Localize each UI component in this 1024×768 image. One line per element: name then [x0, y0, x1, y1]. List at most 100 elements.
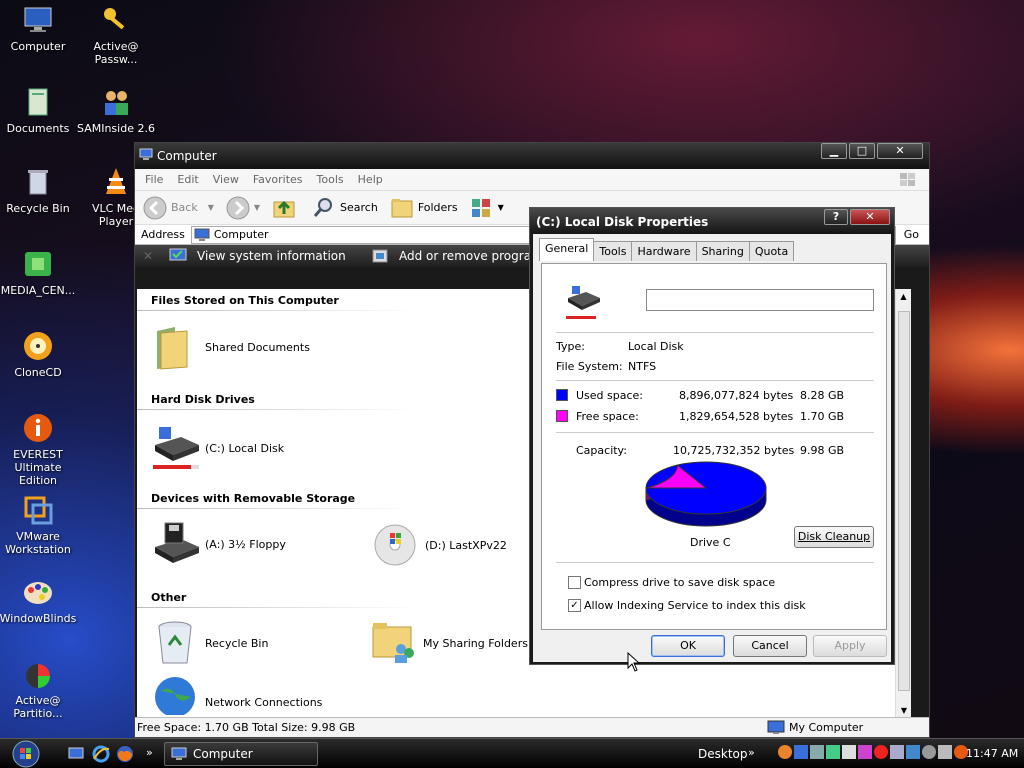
taskbar-button-label: Computer: [193, 747, 253, 761]
search-button[interactable]: Search: [312, 196, 378, 220]
desktop-icon-computer[interactable]: Computer: [0, 4, 80, 53]
item-network-connections[interactable]: Network Connections: [153, 675, 322, 715]
tab-general[interactable]: General: [539, 238, 595, 261]
minimize-button[interactable]: ▁: [821, 143, 847, 159]
item-recycle-bin[interactable]: Recycle Bin: [155, 619, 268, 667]
mouse-cursor-icon: [627, 652, 641, 672]
tab-sharing[interactable]: Sharing: [695, 241, 750, 261]
computer-icon: [767, 720, 785, 734]
tray-media-icon[interactable]: [858, 745, 872, 759]
maximize-button[interactable]: □: [849, 143, 875, 159]
go-button[interactable]: Go: [904, 228, 919, 241]
desktop-icon-saminside[interactable]: SAMInside 2.6: [74, 86, 158, 135]
folders-label: Folders: [417, 201, 458, 214]
explorer-title-bar[interactable]: Computer ▁ □ ✕: [135, 143, 929, 169]
partition-icon: [26, 664, 50, 688]
desktop-icon-clonecd[interactable]: CloneCD: [0, 330, 80, 379]
item-sharing-folders[interactable]: My Sharing Folders: [371, 619, 528, 667]
start-orb-icon[interactable]: [10, 740, 42, 768]
menu-file[interactable]: File: [145, 173, 163, 186]
tray-monitor-icon[interactable]: [794, 745, 808, 759]
desktop-icon-everest[interactable]: EVEREST Ultimate Edition: [0, 412, 80, 487]
desktop-icon-windowblinds[interactable]: WindowBlinds: [0, 576, 80, 625]
compress-checkbox[interactable]: [568, 576, 581, 589]
item-shared-documents[interactable]: Shared Documents: [153, 323, 310, 371]
quicklaunch-chevron-icon[interactable]: »: [146, 746, 153, 759]
desktop-icon-media-center[interactable]: MEDIA_CEN...: [0, 248, 80, 297]
menu-tools[interactable]: Tools: [317, 173, 344, 186]
desktop-icon-vmware[interactable]: VMware Workstation: [0, 494, 80, 556]
item-local-disk[interactable]: (C:) Local Disk: [151, 423, 284, 473]
tab-tools[interactable]: Tools: [593, 241, 633, 261]
status-free-space: Free Space: 1.70 GB Total Size: 9.98 GB: [137, 721, 356, 734]
menu-view[interactable]: View: [213, 173, 239, 186]
chevron-down-icon[interactable]: ▼: [254, 203, 260, 212]
clock[interactable]: 11:47 AM: [966, 747, 1018, 760]
tray-security-icon[interactable]: [906, 745, 920, 759]
desktop-icon-active-password[interactable]: Active@ Passw...: [74, 4, 158, 66]
forward-button[interactable]: ▼: [226, 196, 260, 220]
apply-button[interactable]: Apply: [813, 635, 887, 657]
desktop-toolbar-label[interactable]: Desktop: [698, 747, 748, 761]
vertical-scrollbar[interactable]: ▲ ▼: [895, 289, 911, 717]
tray-volume-icon[interactable]: [938, 745, 952, 759]
tray-pictures-icon[interactable]: [890, 745, 904, 759]
scroll-up-icon[interactable]: ▲: [896, 292, 911, 301]
close-icon[interactable]: ✕: [143, 249, 163, 263]
taskbar-button-computer[interactable]: Computer: [164, 742, 318, 766]
tab-quota[interactable]: Quota: [748, 241, 795, 261]
fs-value: NTFS: [628, 360, 657, 373]
cancel-button[interactable]: Cancel: [733, 635, 807, 657]
desktop-icon-recycle-bin[interactable]: Recycle Bin: [0, 166, 80, 215]
scroll-down-icon[interactable]: ▼: [896, 706, 912, 715]
disk-cleanup-button[interactable]: Disk Cleanup: [794, 526, 874, 548]
chevron-down-icon[interactable]: ▼: [208, 203, 214, 212]
desktop-toolbar-chevron-icon[interactable]: »: [748, 746, 755, 759]
tray-gear-icon[interactable]: [922, 745, 936, 759]
add-remove-programs-link[interactable]: Add or remove programs: [399, 249, 549, 263]
group-header-hdd: Hard Disk Drives: [151, 393, 255, 406]
indexing-checkbox[interactable]: ✓: [568, 599, 581, 612]
ok-button[interactable]: OK: [651, 635, 725, 657]
menu-favorites[interactable]: Favorites: [253, 173, 303, 186]
item-label: (A:) 3½ Floppy: [205, 537, 286, 551]
folders-button[interactable]: Folders: [390, 196, 458, 220]
tray-people-icon[interactable]: [778, 745, 792, 759]
up-folder-button[interactable]: [272, 196, 300, 220]
dialog-title-bar[interactable]: (C:) Local Disk Properties ? ✕: [530, 208, 894, 234]
help-button[interactable]: ?: [824, 209, 848, 225]
recycle-bin-icon: [28, 170, 48, 195]
menu-help[interactable]: Help: [358, 173, 383, 186]
drive-name-input[interactable]: [646, 289, 874, 311]
desktop-icon-documents[interactable]: Documents: [0, 86, 80, 135]
item-floppy[interactable]: (A:) 3½ Floppy: [151, 521, 286, 567]
cd-drive-icon: [374, 524, 416, 566]
divider: [137, 310, 417, 311]
tray-document-icon[interactable]: [842, 745, 856, 759]
tab-hardware[interactable]: Hardware: [631, 241, 697, 261]
tray-network-icon[interactable]: [810, 745, 824, 759]
back-arrow-icon: [143, 196, 167, 219]
show-desktop-icon[interactable]: [68, 747, 84, 761]
desktop-icon-label: VLC Med Player: [91, 202, 141, 228]
documents-icon: [28, 88, 48, 116]
scroll-thumb[interactable]: [898, 311, 910, 691]
tray-antivirus-icon[interactable]: [874, 745, 888, 759]
firefox-icon[interactable]: [116, 745, 134, 763]
window-title: Computer: [157, 149, 217, 163]
desktop-icon-label: Computer: [10, 40, 66, 53]
internet-explorer-icon[interactable]: [92, 745, 110, 763]
desktop-icon-active-partition[interactable]: Active@ Partitio...: [0, 658, 80, 720]
close-button[interactable]: ✕: [877, 143, 923, 159]
chevron-down-icon[interactable]: ▼: [498, 203, 504, 212]
views-button[interactable]: ▼: [470, 196, 504, 220]
tray-app-icon[interactable]: [826, 745, 840, 759]
forward-arrow-icon: [226, 196, 250, 219]
menu-edit[interactable]: Edit: [177, 173, 198, 186]
status-bar: Free Space: 1.70 GB Total Size: 9.98 GB …: [135, 717, 929, 737]
dialog-close-button[interactable]: ✕: [850, 209, 890, 225]
view-system-info-link[interactable]: View system information: [197, 249, 371, 263]
item-dvd-drive[interactable]: (D:) LastXPv22: [373, 523, 507, 567]
key-icon: [104, 8, 125, 30]
back-button[interactable]: Back ▼: [143, 196, 214, 220]
